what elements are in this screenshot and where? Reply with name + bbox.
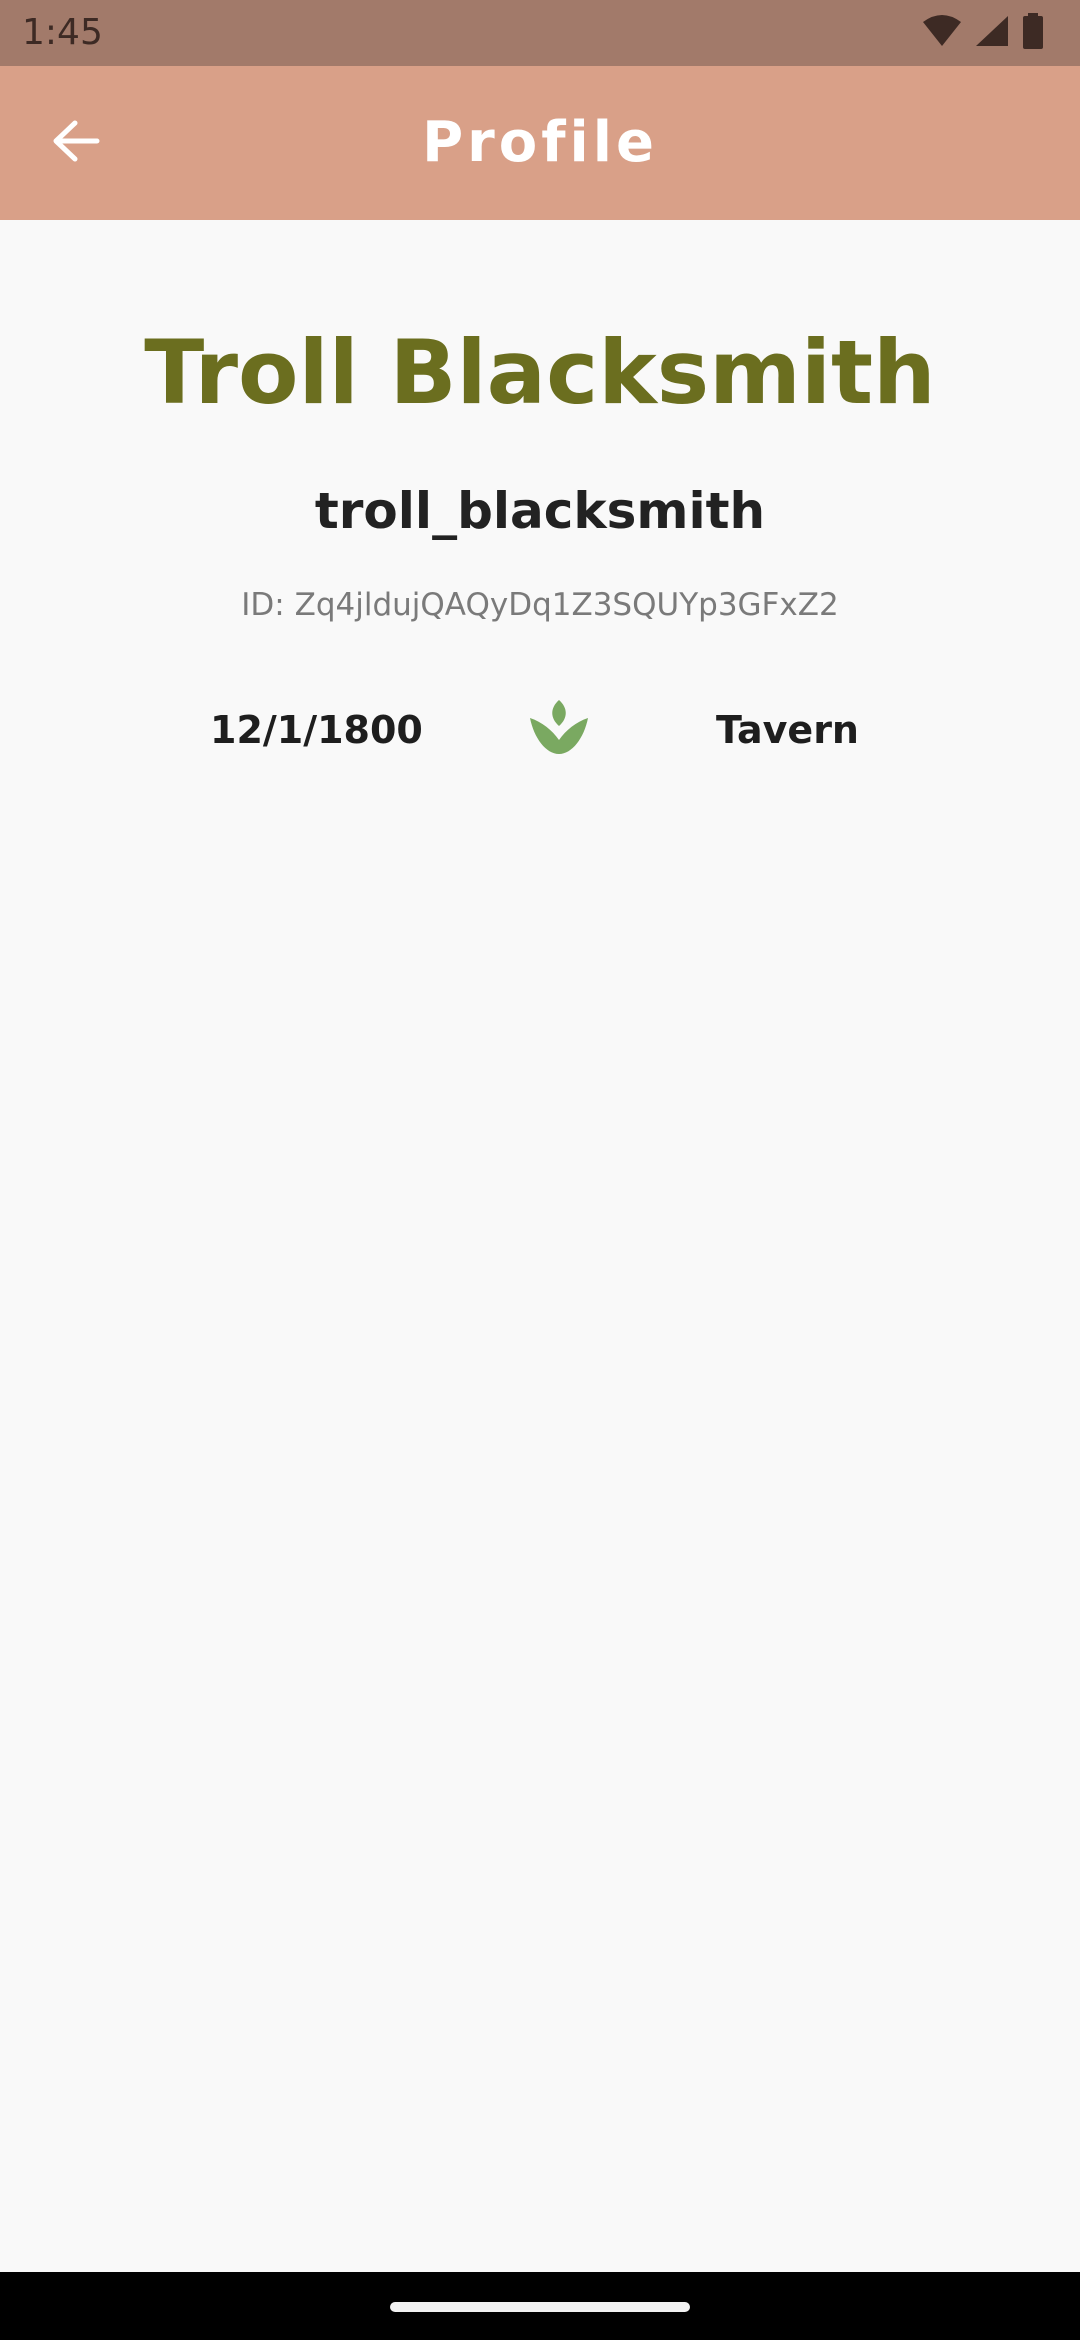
leaf-sprout-icon xyxy=(528,696,590,758)
status-time: 1:45 xyxy=(22,12,103,53)
profile-place: Tavern xyxy=(715,708,859,752)
profile-info-row: 12/1/1800 Tavern xyxy=(0,686,1080,776)
profile-date: 12/1/1800 xyxy=(210,708,423,752)
status-bar: 1:45 xyxy=(0,0,1080,66)
app-bar: Profile xyxy=(0,66,1080,220)
page-title: Profile xyxy=(422,110,658,175)
navigation-bar xyxy=(0,2272,1080,2340)
home-indicator[interactable] xyxy=(390,2302,690,2312)
cellular-signal-icon xyxy=(974,14,1010,53)
profile-display-name: Troll Blacksmith xyxy=(144,321,936,424)
wifi-icon xyxy=(922,14,962,53)
status-icons xyxy=(922,12,1044,54)
profile-username: troll_blacksmith xyxy=(314,482,766,540)
battery-icon xyxy=(1022,12,1044,54)
profile-id: ID: Zq4jldujQAQyDq1Z3SQUYp3GFxZ2 xyxy=(241,587,839,623)
